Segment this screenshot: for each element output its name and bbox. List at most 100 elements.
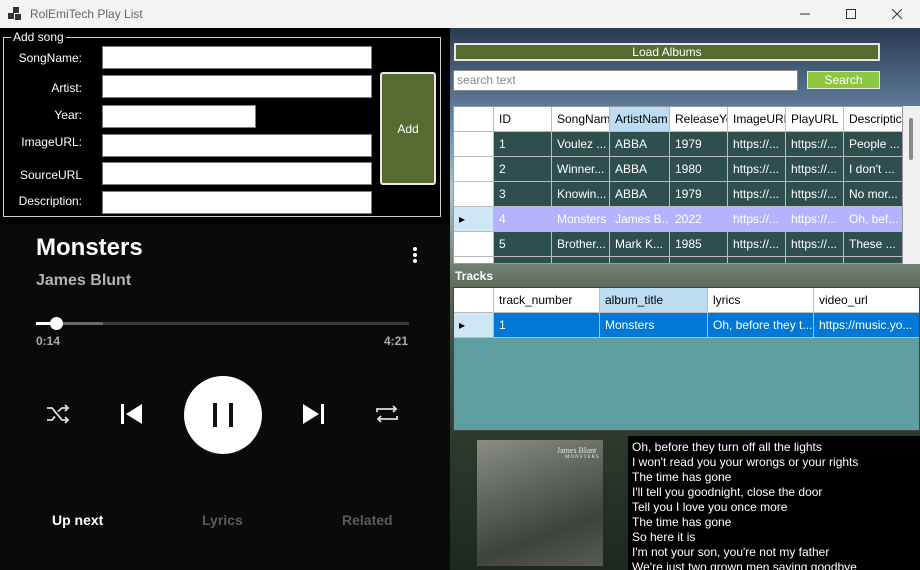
maximize-button[interactable]: [828, 0, 874, 28]
albums-cell: I don't ...: [844, 157, 902, 182]
skip-previous-icon: [121, 404, 142, 424]
albums-cell: 3: [494, 182, 552, 207]
albums-cell: Voulez ...: [552, 132, 610, 157]
album-cover-title: MONSTERS: [565, 455, 600, 460]
lyrics-box[interactable]: Oh, before they turn off all the lights I…: [628, 436, 920, 570]
albums-cell: https://...: [786, 232, 844, 257]
albums-cell: No mor...: [844, 182, 902, 207]
add-button[interactable]: Add: [380, 72, 436, 185]
app-icon: [8, 7, 22, 21]
albums-column-header[interactable]: ArtistNam: [610, 107, 670, 132]
row-header[interactable]: [454, 182, 494, 207]
title-bar: RolEmiTech Play List: [0, 0, 920, 28]
tracks-cell: Monsters: [600, 313, 708, 338]
tab-lyrics[interactable]: Lyrics: [202, 512, 243, 528]
albums-cell: https://...: [728, 257, 786, 263]
row-header[interactable]: [454, 232, 494, 257]
tracks-column-header[interactable]: album_title: [600, 288, 708, 313]
albums-cell: James B...: [610, 207, 670, 232]
song-artist: James Blunt: [36, 272, 132, 289]
albums-column-header[interactable]: PlayURL: [786, 107, 844, 132]
albums-cell: 5: [494, 232, 552, 257]
albums-cell: Mark K...: [610, 232, 670, 257]
music-player: Monsters James Blunt 0:14 4:21 Up next L…: [0, 224, 450, 570]
tracks-column-header[interactable]: track_number: [494, 288, 600, 313]
artist-field[interactable]: [102, 75, 372, 98]
lyrics-line: The time has gone: [632, 515, 732, 529]
songname-field[interactable]: [102, 46, 372, 69]
tracks-column-header[interactable]: lyrics: [708, 288, 814, 313]
albums-scrollbar[interactable]: [903, 106, 920, 264]
albums-cell: https://...: [728, 232, 786, 257]
albums-grid[interactable]: ID SongNam ArtistNam ReleaseYe ImageURL PlayU…: [453, 106, 903, 264]
row-header[interactable]: [454, 257, 494, 263]
song-title: Monsters: [36, 234, 143, 261]
albums-row[interactable]: 1 Voulez ... ABBA 1979 https://... https://..…: [454, 132, 902, 157]
shuffle-button[interactable]: [44, 400, 72, 428]
more-options-button[interactable]: [407, 246, 423, 264]
row-header[interactable]: ▸: [454, 207, 494, 232]
progress-thumb[interactable]: [50, 317, 64, 330]
pause-button[interactable]: [184, 376, 262, 454]
tracks-cell: Oh, before they t...: [708, 313, 814, 338]
row-header[interactable]: [454, 132, 494, 157]
year-field[interactable]: [102, 105, 256, 128]
albums-cell: https://...: [728, 157, 786, 182]
tracks-grid[interactable]: track_number album_title lyrics video_url ▸ 1…: [453, 287, 920, 431]
load-albums-button[interactable]: Load Albums: [454, 43, 880, 61]
albums-column-header[interactable]: ImageURL: [728, 107, 786, 132]
previous-button[interactable]: [116, 399, 146, 429]
albums-column-header[interactable]: Descriptic: [844, 107, 902, 132]
albums-cell: The Be...: [610, 257, 670, 263]
artist-label: Artist:: [51, 81, 82, 95]
tracks-row[interactable]: ▸ 1 Monsters Oh, before they t... https://mu…: [454, 313, 919, 338]
albums-cell: 1985: [670, 232, 728, 257]
albums-cell: 1965: [670, 257, 728, 263]
repeat-icon: [376, 405, 398, 423]
tracks-cell: https://music.yo...: [814, 313, 919, 338]
albums-row[interactable]: ▸ 4 Monsters James B... 2022 https://... https…: [454, 207, 902, 232]
tracks-header-row: track_number album_title lyrics video_url: [454, 288, 919, 313]
albums-row[interactable]: 5 Brother... Mark K... 1985 https://... https…: [454, 232, 902, 257]
albums-cell: Hela...: [552, 257, 610, 263]
next-button[interactable]: [299, 399, 329, 429]
albums-row[interactable]: 3 Knowin... ABBA 1979 https://... https://...…: [454, 182, 902, 207]
app-window: RolEmiTech Play List Add song SongName: …: [0, 0, 920, 570]
sourceurl-field[interactable]: [102, 162, 372, 185]
skip-next-icon: [303, 404, 324, 424]
search-input[interactable]: search text: [453, 70, 798, 91]
albums-cell: https://...: [728, 182, 786, 207]
albums-cell: "Hela...: [844, 257, 902, 263]
scrollbar-thumb[interactable]: [909, 118, 913, 160]
albums-cell: 4: [494, 207, 552, 232]
row-header[interactable]: ▸: [454, 313, 494, 338]
tab-up-next[interactable]: Up next: [52, 512, 103, 528]
albums-cell: https://...: [786, 182, 844, 207]
albums-cell: ABBA: [610, 182, 670, 207]
minimize-button[interactable]: [782, 0, 828, 28]
lyrics-line: So here it is: [632, 530, 696, 544]
description-field[interactable]: [102, 191, 372, 214]
albums-column-header[interactable]: ID: [494, 107, 552, 132]
tab-related[interactable]: Related: [342, 512, 393, 528]
repeat-button[interactable]: [372, 400, 402, 428]
pause-icon: [213, 403, 233, 427]
lyrics-line: I'll tell you goodnight, close the door: [632, 485, 823, 499]
albums-row[interactable]: 6Hela...The Be...1965https://...https://…: [454, 257, 902, 263]
minimize-icon: [800, 13, 810, 15]
lyrics-line: I'm not your son, you're not my father: [632, 545, 830, 559]
search-button[interactable]: Search: [807, 71, 880, 89]
close-button[interactable]: [874, 0, 920, 28]
albums-row[interactable]: 2 Winner... ABBA 1980 https://... https://...…: [454, 157, 902, 182]
albums-column-header[interactable]: ReleaseYe: [670, 107, 728, 132]
albums-column-header[interactable]: SongNam: [552, 107, 610, 132]
right-panel: Load Albums search text Search ID SongNam…: [450, 28, 920, 570]
albums-cell: 6: [494, 257, 552, 263]
add-song-legend: Add song: [11, 30, 66, 44]
lyrics-line: The time has gone: [632, 470, 732, 484]
row-header[interactable]: [454, 157, 494, 182]
tracks-column-header[interactable]: video_url: [814, 288, 919, 313]
imageurl-field[interactable]: [102, 134, 372, 157]
add-song-group: Add song SongName: Artist: Year: ImageUR…: [3, 30, 441, 217]
albums-cell: 1980: [670, 157, 728, 182]
